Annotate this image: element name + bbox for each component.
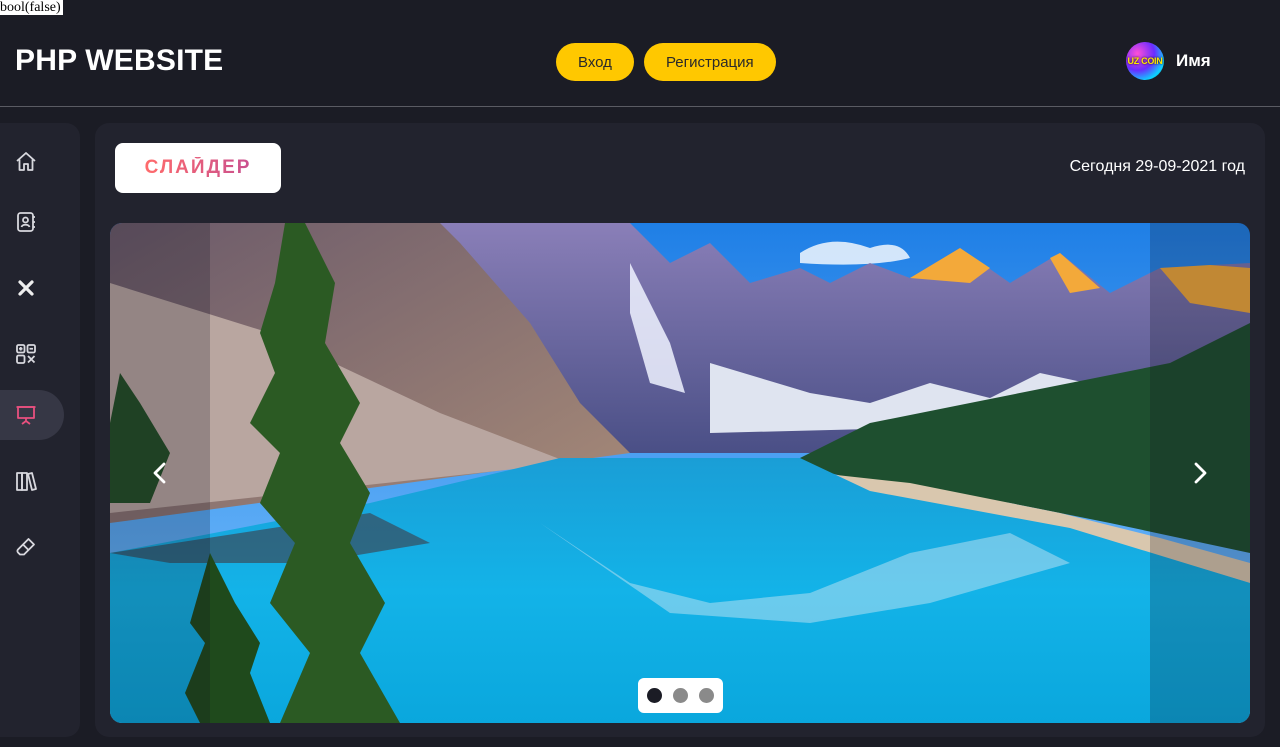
avatar[interactable]: UZ COIN xyxy=(1126,42,1164,80)
register-button[interactable]: Регистрация xyxy=(643,43,776,81)
slider-dot-1[interactable] xyxy=(647,688,662,703)
slider-next-button[interactable] xyxy=(1180,453,1220,493)
login-button[interactable]: Вход xyxy=(556,43,634,81)
username[interactable]: Имя xyxy=(1176,51,1211,71)
top-header: PHP WEBSITE Вход Регистрация UZ COIN Имя xyxy=(0,15,1280,107)
grid-icon xyxy=(16,344,36,364)
eraser-icon xyxy=(16,538,35,556)
slider-pagination xyxy=(638,678,723,713)
chevron-right-icon xyxy=(1194,462,1207,484)
home-icon xyxy=(16,152,36,171)
slider-dot-3[interactable] xyxy=(699,688,714,703)
debug-output: bool(false) xyxy=(0,0,63,15)
site-logo[interactable]: PHP WEBSITE xyxy=(15,44,223,78)
slide-image xyxy=(110,223,1250,723)
sidebar-item-eraser[interactable] xyxy=(0,522,64,572)
main-panel: СЛАЙДЕР Сегодня 29-09-2021 год xyxy=(95,123,1265,737)
auth-buttons: Вход Регистрация xyxy=(556,43,776,81)
sidebar-item-library[interactable] xyxy=(0,456,64,506)
page-title: СЛАЙДЕР xyxy=(115,143,281,193)
slider-prev-button[interactable] xyxy=(140,453,180,493)
library-icon xyxy=(16,472,37,491)
current-date: Сегодня 29-09-2021 год xyxy=(1069,158,1245,175)
sidebar-item-home[interactable] xyxy=(0,137,64,187)
sidebar xyxy=(0,123,80,737)
user-profile[interactable]: UZ COIN Имя xyxy=(1126,42,1211,80)
chevron-left-icon xyxy=(153,462,166,484)
sidebar-item-close[interactable] xyxy=(0,263,64,313)
page-title-text: СЛАЙДЕР xyxy=(144,157,252,178)
sidebar-item-slider[interactable] xyxy=(0,390,64,440)
slider-dot-2[interactable] xyxy=(673,688,688,703)
sidebar-item-grid[interactable] xyxy=(0,329,64,379)
close-icon xyxy=(18,280,34,296)
presentation-icon xyxy=(16,406,36,425)
sidebar-item-contacts[interactable] xyxy=(0,197,64,247)
image-slider[interactable] xyxy=(110,223,1250,723)
contacts-icon xyxy=(17,212,35,232)
